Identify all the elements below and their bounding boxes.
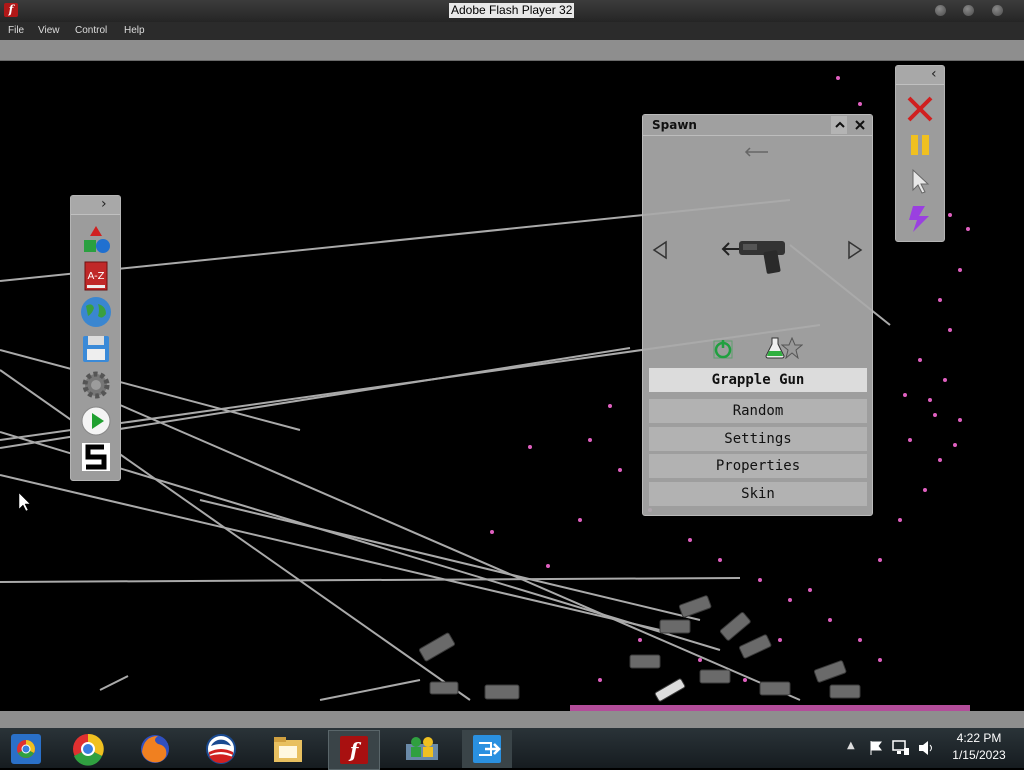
exit-app-icon[interactable]	[462, 730, 512, 768]
close-x-icon[interactable]	[905, 94, 935, 124]
skin-button[interactable]: Skin	[649, 482, 867, 506]
stage-top-border	[0, 40, 1024, 61]
title-bar: f Adobe Flash Player 32	[0, 0, 1024, 22]
pause-icon[interactable]	[907, 132, 933, 158]
clock-time[interactable]: 4:22 PM	[949, 731, 1009, 745]
play-icon[interactable]	[80, 405, 112, 437]
power-toggle-icon[interactable]	[712, 338, 734, 360]
grapple-indicator-icon	[744, 147, 768, 157]
next-item-arrow-icon[interactable]	[847, 240, 863, 260]
left-toolbar-header: ›	[71, 196, 120, 215]
menu-file[interactable]: File	[8, 25, 24, 36]
menu-help[interactable]: Help	[124, 25, 145, 36]
settings-gear-icon[interactable]	[80, 369, 112, 401]
right-toolbar: ‹	[895, 65, 945, 242]
grapple-gun-icon	[721, 241, 785, 274]
mouse-cursor	[18, 492, 31, 512]
tray-expand-icon[interactable]: ▲	[847, 740, 855, 751]
chevron-up-icon[interactable]	[834, 119, 846, 131]
network-people-icon[interactable]	[400, 730, 444, 768]
spawn-panel: Spawn Grapple Gun Random Settings Proper…	[642, 114, 873, 516]
settings-button[interactable]: Settings	[649, 427, 867, 451]
selected-item-button[interactable]: Grapple Gun	[649, 368, 867, 392]
s-logo-icon[interactable]	[80, 441, 112, 473]
network-icon[interactable]	[892, 740, 910, 756]
maximize-button[interactable]	[963, 5, 974, 16]
globe-icon[interactable]	[80, 296, 112, 328]
flash-icon[interactable]: f	[328, 730, 380, 770]
stage-bottom-border	[0, 711, 1024, 728]
clock-date[interactable]: 1/15/2023	[946, 748, 1012, 762]
flash-app-icon: f	[4, 3, 18, 17]
properties-button[interactable]: Properties	[649, 454, 867, 478]
menu-bar: File View Control Help	[0, 22, 1024, 40]
firefox-icon[interactable]	[133, 730, 177, 768]
chrome-remote-icon[interactable]	[4, 730, 48, 768]
close-button[interactable]	[992, 5, 1003, 16]
taskbar: f ▲	[0, 728, 1024, 770]
window-title: Adobe Flash Player 32	[449, 3, 575, 18]
minimize-button[interactable]	[935, 5, 946, 16]
shapes-icon[interactable]	[80, 224, 112, 256]
action-center-flag-icon[interactable]	[869, 740, 883, 756]
save-disk-icon[interactable]	[80, 333, 112, 365]
a-z-book-icon[interactable]: A-Z	[80, 260, 112, 292]
chrome-icon[interactable]	[66, 730, 110, 768]
lightning-icon[interactable]	[905, 204, 935, 234]
star-icon[interactable]	[781, 337, 803, 359]
left-toolbar: › A-Z	[70, 195, 121, 481]
collapse-arrow-icon[interactable]: ›	[101, 196, 107, 212]
right-toolbar-header: ‹	[896, 66, 944, 85]
spawn-header: Spawn	[643, 115, 872, 136]
gun-pile	[419, 595, 861, 702]
obama-logo-icon[interactable]	[199, 730, 243, 768]
random-button[interactable]: Random	[649, 399, 867, 423]
spawn-title: Spawn	[652, 118, 697, 132]
file-explorer-icon[interactable]	[266, 730, 310, 768]
prev-item-arrow-icon[interactable]	[652, 240, 668, 260]
menu-control[interactable]: Control	[75, 25, 107, 36]
volume-icon[interactable]	[917, 740, 935, 756]
cursor-icon[interactable]	[909, 168, 933, 194]
svg-text:A-Z: A-Z	[87, 271, 104, 282]
collapse-arrow-icon[interactable]: ‹	[931, 66, 937, 82]
menu-view[interactable]: View	[38, 25, 60, 36]
close-icon[interactable]	[854, 119, 866, 131]
